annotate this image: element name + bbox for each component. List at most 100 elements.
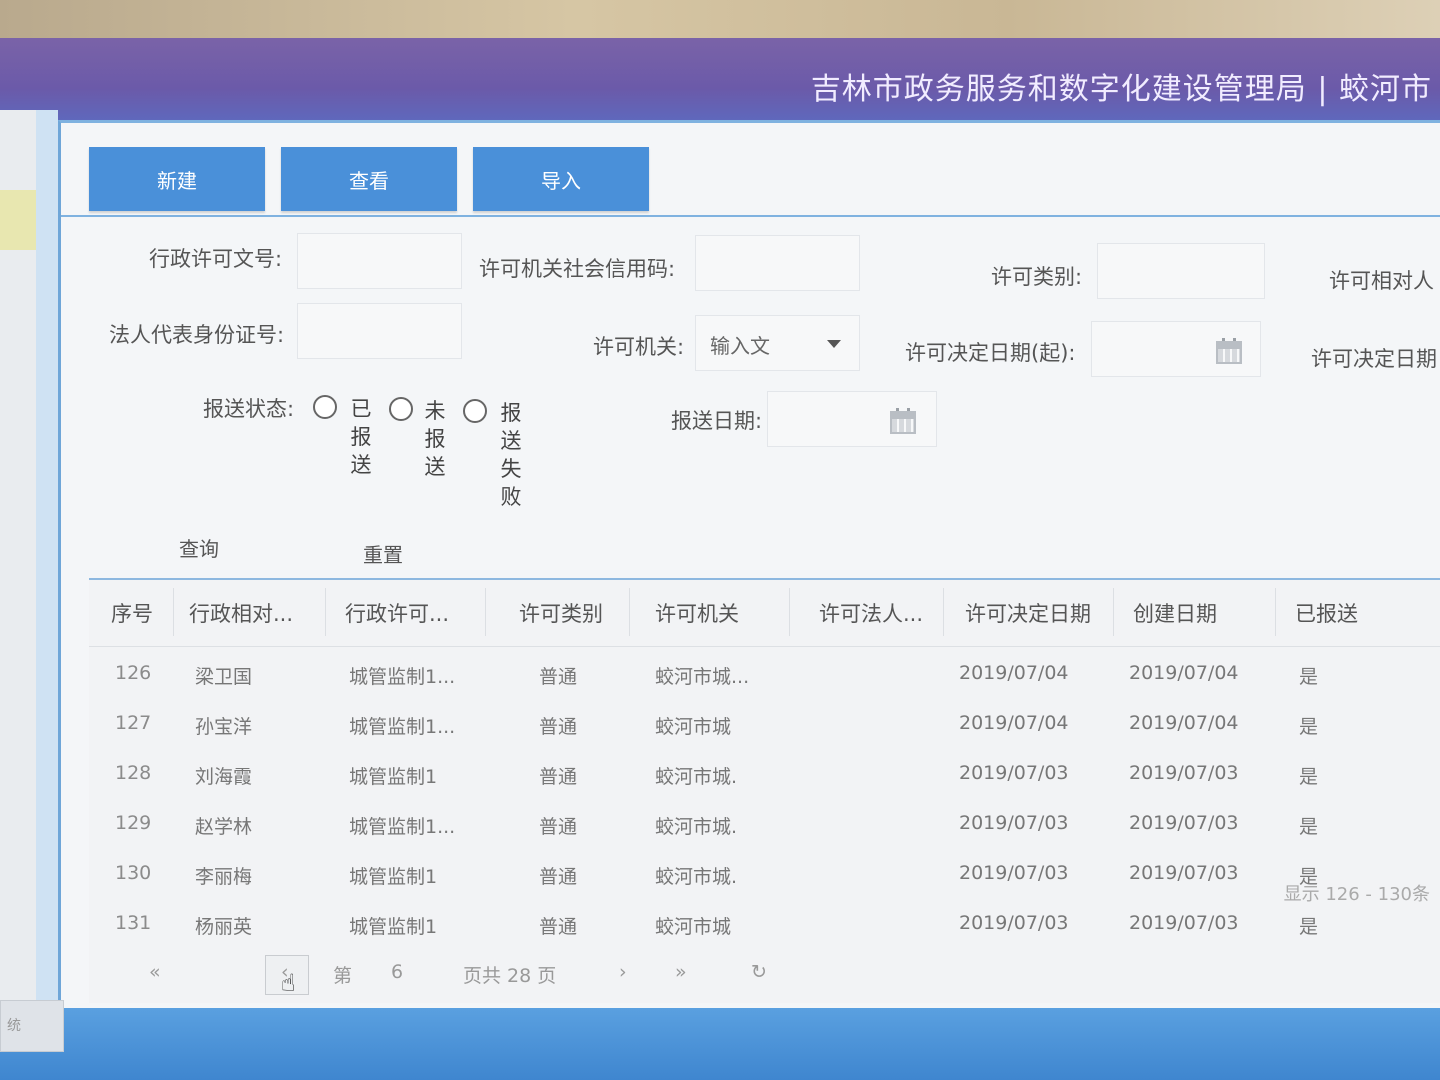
legal-rep-id-input[interactable] [297, 303, 462, 359]
cell-category: 普通 [539, 916, 578, 938]
cell-authority: 蛟河市城. [655, 816, 738, 838]
next-page-button[interactable]: › [619, 961, 627, 983]
hand-cursor-icon: ☝ [281, 969, 296, 997]
col-header-reported[interactable]: 已报送 [1295, 598, 1358, 628]
cell-index: 131 [115, 912, 152, 934]
calendar-icon[interactable] [1216, 338, 1242, 364]
col-header-license-no[interactable]: 行政许可... [345, 598, 449, 628]
cell-created-date: 2019/07/03 [1129, 862, 1239, 884]
cell-category: 普通 [539, 716, 578, 738]
cell-authority: 蛟河市城 [655, 916, 732, 938]
cell-category: 普通 [539, 766, 578, 788]
left-sidebar-strip [0, 110, 38, 1040]
authority-credit-code-input[interactable] [695, 235, 860, 291]
radio-report-failed-label: 报送失败 [500, 401, 522, 509]
col-header-authority[interactable]: 许可机关 [655, 598, 739, 628]
view-button[interactable]: 查看 [281, 147, 457, 211]
license-category-input[interactable] [1097, 243, 1265, 299]
bottom-tab[interactable]: 统 [0, 1000, 64, 1052]
cell-category: 普通 [539, 816, 578, 838]
cell-license-no: 城管监制1 [349, 866, 438, 888]
cell-counterparty: 梁卫国 [195, 666, 253, 688]
authority-select[interactable]: 输入文 [695, 315, 860, 371]
table-row[interactable]: 127 孙宝洋 城管监制1... 普通 蛟河市城 2019/07/04 2019/07/04… [89, 700, 1440, 750]
license-counterparty-label: 许可相对人 [1329, 269, 1434, 293]
cell-reported: 是 [1299, 916, 1319, 938]
cell-authority: 蛟河市城 [655, 716, 732, 738]
import-button[interactable]: 导入 [473, 147, 649, 211]
refresh-icon[interactable]: ↻ [751, 961, 767, 983]
cell-created-date: 2019/07/03 [1129, 912, 1239, 934]
table-row[interactable]: 126 梁卫国 城管监制1... 普通 蛟河市城... 2019/07/04 2019/07… [89, 650, 1440, 700]
query-button[interactable]: 查询 [179, 533, 219, 562]
authority-placeholder: 输入文 [710, 334, 770, 358]
cell-index: 127 [115, 712, 152, 734]
last-page-button[interactable]: » [675, 961, 687, 983]
cell-decision-date: 2019/07/03 [959, 812, 1069, 834]
table-row[interactable]: 129 赵学林 城管监制1... 普通 蛟河市城. 2019/07/03 2019/07/0… [89, 800, 1440, 850]
table-row[interactable]: 130 李丽梅 城管监制1 普通 蛟河市城. 2019/07/03 2019/07/03 是 [89, 850, 1440, 900]
cell-license-no: 城管监制1 [349, 916, 438, 938]
page-total: 页共 28 页 [463, 965, 557, 987]
table-row[interactable]: 131 杨丽英 城管监制1 普通 蛟河市城 2019/07/03 2019/07/03 是 [89, 900, 1440, 950]
page-number-input[interactable]: 6 [391, 961, 403, 983]
report-status-label: 报送状态: [203, 397, 295, 421]
cell-license-no: 城管监制1 [349, 766, 438, 788]
report-date-label: 报送日期: [671, 409, 763, 433]
background-photo [0, 0, 1440, 40]
header-banner: 吉林市政务服务和数字化建设管理局 | 蛟河市 [0, 38, 1440, 130]
col-header-decision-date[interactable]: 许可决定日期 [965, 598, 1091, 628]
cell-index: 129 [115, 812, 152, 834]
cell-counterparty: 刘海霞 [195, 766, 253, 788]
cell-category: 普通 [539, 666, 578, 688]
cell-authority: 蛟河市城... [655, 666, 750, 688]
cell-decision-date: 2019/07/04 [959, 712, 1069, 734]
table-row[interactable]: 128 刘海霞 城管监制1 普通 蛟河市城. 2019/07/03 2019/07/03 是 [89, 750, 1440, 800]
reset-button[interactable]: 重置 [363, 539, 403, 568]
cell-reported: 是 [1299, 816, 1319, 838]
new-button[interactable]: 新建 [89, 147, 265, 211]
cell-counterparty: 赵学林 [195, 816, 253, 838]
left-border [36, 110, 58, 1010]
radio-report-failed[interactable] [463, 399, 487, 423]
cell-counterparty: 杨丽英 [195, 916, 253, 938]
taskbar [0, 1008, 1440, 1080]
cell-reported: 是 [1299, 766, 1319, 788]
col-header-index[interactable]: 序号 [111, 598, 153, 628]
cell-decision-date: 2019/07/03 [959, 912, 1069, 934]
header-title: 吉林市政务服务和数字化建设管理局 | 蛟河市 [810, 72, 1432, 107]
report-date-input[interactable] [767, 391, 937, 447]
calendar-icon[interactable] [890, 408, 916, 434]
col-header-counterparty[interactable]: 行政相对... [189, 598, 293, 628]
cell-decision-date: 2019/07/03 [959, 862, 1069, 884]
pagination: « ‹ ☝ 第 6 页共 28 页 › » ↻ [129, 955, 829, 997]
radio-reported-label: 已报送 [350, 397, 372, 477]
legal-rep-id-label: 法人代表身份证号: [109, 323, 285, 347]
authority-label: 许可机关: [593, 335, 685, 359]
cell-index: 130 [115, 862, 152, 884]
cell-created-date: 2019/07/03 [1129, 812, 1239, 834]
col-header-category[interactable]: 许可类别 [519, 598, 603, 628]
decision-date-end-label: 许可决定日期 [1311, 347, 1437, 371]
cell-created-date: 2019/07/04 [1129, 712, 1239, 734]
cell-authority: 蛟河市城. [655, 766, 738, 788]
first-page-button[interactable]: « [149, 961, 161, 983]
chevron-down-icon[interactable] [827, 340, 841, 348]
cell-reported: 是 [1299, 666, 1319, 688]
cell-created-date: 2019/07/04 [1129, 662, 1239, 684]
cell-counterparty: 李丽梅 [195, 866, 253, 888]
col-header-legal-person[interactable]: 许可法人... [819, 598, 923, 628]
col-header-created-date[interactable]: 创建日期 [1133, 598, 1217, 628]
cell-decision-date: 2019/07/04 [959, 662, 1069, 684]
cell-reported: 是 [1299, 716, 1319, 738]
radio-reported[interactable] [313, 395, 337, 419]
results-table: 序号 行政相对... 行政许可... 许可类别 许可机关 许可法人... 许可决… [89, 578, 1440, 1003]
cell-index: 126 [115, 662, 152, 684]
cell-counterparty: 孙宝洋 [195, 716, 253, 738]
cell-created-date: 2019/07/03 [1129, 762, 1239, 784]
license-doc-no-input[interactable] [297, 233, 462, 289]
toolbar-divider [61, 215, 1440, 217]
radio-not-reported[interactable] [389, 397, 413, 421]
decision-date-start-input[interactable] [1091, 321, 1261, 377]
cell-decision-date: 2019/07/03 [959, 762, 1069, 784]
